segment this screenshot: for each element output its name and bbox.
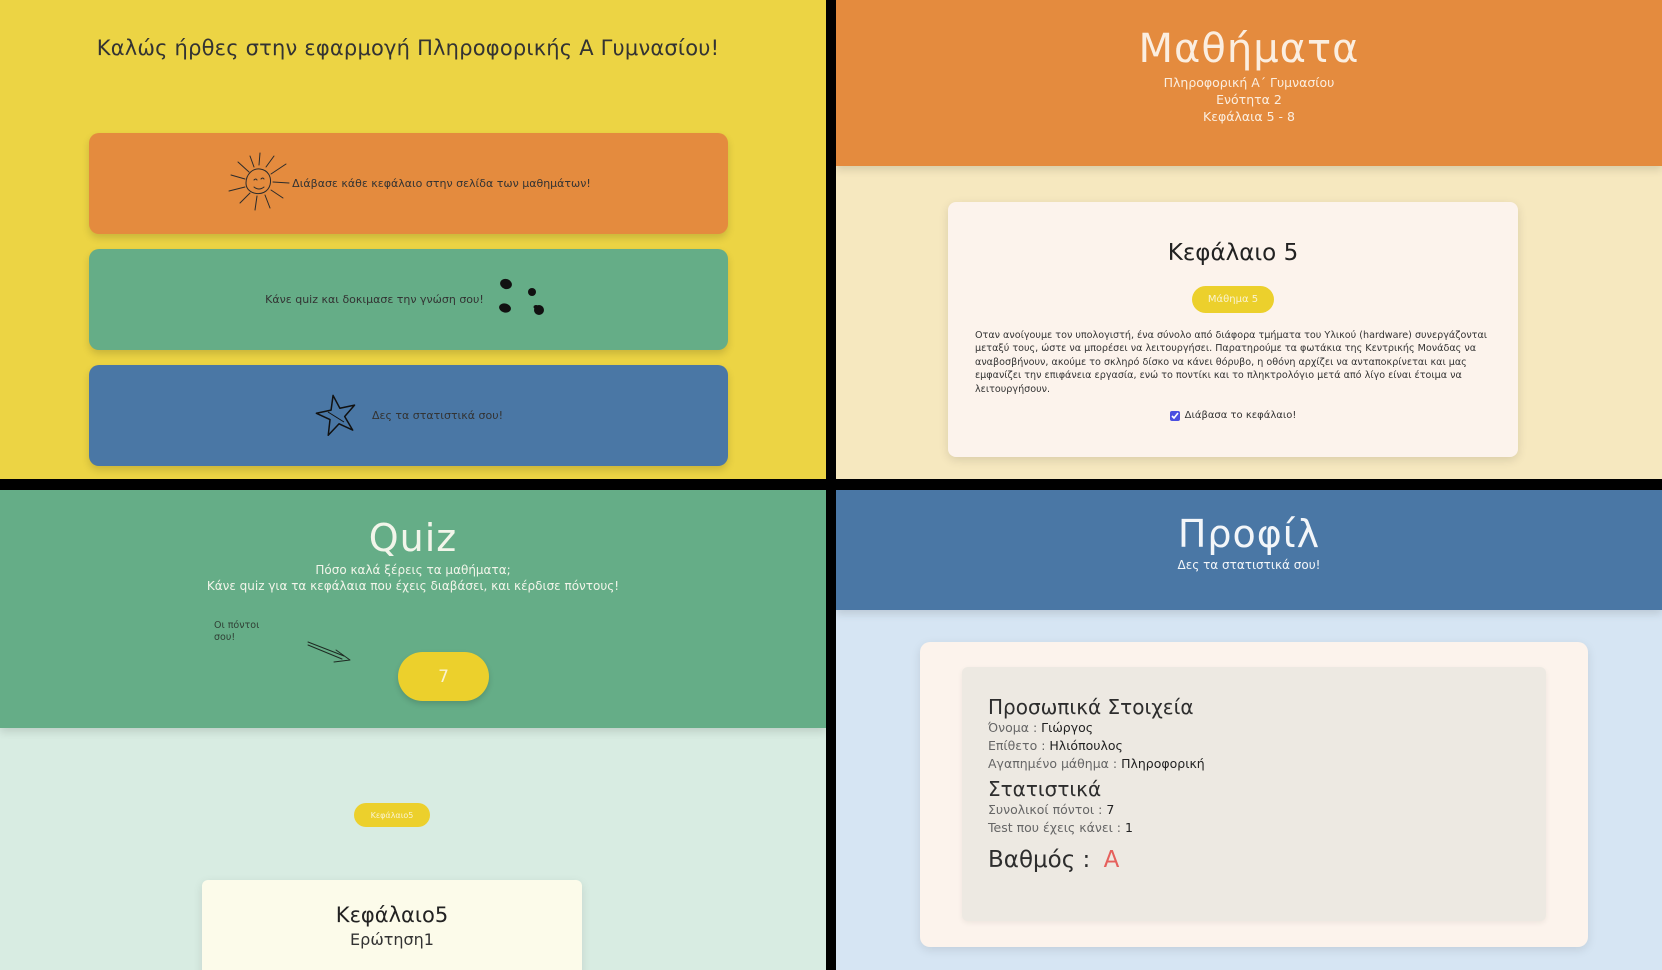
personal-info-title: Προσωπικά Στοιχεία [988,695,1194,719]
quiz-subtitle-line: Πόσο καλά ξέρεις τα μαθήματα; [315,563,511,577]
profile-subtitle: Δες τα στατιστικά σου! [1177,558,1321,572]
quiz-card[interactable]: Κάνε quiz και δοκιμασε την γνώση σου! [89,249,728,350]
read-checkbox-label: Διάβασα το κεφάλαιο! [1184,410,1297,422]
points-label-line: Οι πόντοι [214,620,260,631]
field-value: Γιώργος [1041,720,1094,735]
lessons-panel: Μαθήματα Πληροφορική Α΄ Γυμνασίου Ενότητ… [836,0,1662,479]
tests-taken-field: Test που έχεις κάνει : 1 [988,819,1546,837]
lessons-subtitle-line: Ενότητα 2 [1216,92,1282,107]
profile-header: Προφίλ Δες τα στατιστικά σου! [836,490,1662,610]
lessons-subtitle: Πληροφορική Α΄ Γυμνασίου Ενότητα 2 Κεφάλ… [836,74,1662,125]
profile-title: Προφίλ [1177,512,1321,556]
total-points-field: Συνολικοί πόντοι : 7 [988,801,1546,819]
question-card[interactable]: Κεφάλαιο5 Ερώτηση1 [202,880,582,970]
field-value: 7 [1106,802,1115,817]
field-value: 1 [1124,820,1133,835]
home-panel: Καλώς ήρθες στην εφαρμογή Πληροφορικής Α… [0,0,826,479]
star-doodle-icon [314,392,360,439]
field-label: Αγαπημένο μάθημα : [988,756,1122,771]
chapter-card: Κεφάλαιο 5 Μάθημα 5 Οταν ανοίγουμε τον υ… [948,202,1518,457]
chapter-text: Οταν ανοίγουμε τον υπολογιστή, ένα σύνολ… [975,330,1488,395]
lessons-subtitle-line: Πληροφορική Α΄ Γυμνασίου [1163,75,1335,90]
lessons-subtitle-line: Κεφάλαια 5 - 8 [1203,109,1295,124]
quiz-panel: Quiz Πόσο καλά ξέρεις τα μαθήματα; Κάνε … [0,490,826,970]
quiz-subtitle: Πόσο καλά ξέρεις τα μαθήματα; Κάνε quiz … [0,562,826,594]
grade-label: Βαθμός : [988,847,1098,873]
question-card-chapter: Κεφάλαιο5 [335,903,449,927]
profile-panel: Προφίλ Δες τα στατιστικά σου! Προσωπικά … [836,490,1662,970]
lessons-title: Μαθήματα [1138,26,1360,72]
favorite-subject-field: Αγαπημένο μάθημα : Πληροφορική [988,755,1546,773]
field-label: Test που έχεις κάνει : [988,820,1125,835]
points-label: Οι πόντοι σου! [214,620,274,644]
profile-details: Προσωπικά Στοιχεία Όνομα : Γιώργος Επίθε… [962,667,1546,921]
quiz-title: Quiz [368,516,458,560]
points-label-line: σου! [214,632,236,643]
last-name-field: Επίθετο : Ηλιόπουλος [988,737,1546,755]
grade-row: Βαθμός : Α [988,847,1546,873]
sun-doodle-icon [226,150,292,217]
read-checkbox-row[interactable]: Διάβασα το κεφάλαιο! [948,410,1518,421]
quiz-card-label: Κάνε quiz και δοκιμασε την γνώση σου! [265,293,484,306]
quiz-subtitle-line: Κάνε quiz για τα κεφάλαια που έχεις διαβ… [206,579,620,593]
read-chapters-label: Διάβασε κάθε κεφάλαιο στην σελίδα των μα… [292,177,591,190]
arrow-doodle-icon [306,638,354,670]
question-card-number: Ερώτηση1 [350,930,434,949]
points-badge: 7 [398,652,489,701]
lesson-button[interactable]: Μάθημα 5 [1192,286,1274,313]
grade-value: Α [1103,847,1120,873]
chapter-title: Κεφάλαιο 5 [1167,240,1299,266]
stats-title: Στατιστικά [988,777,1102,801]
dots-doodle-icon [496,275,552,324]
quiz-header: Quiz Πόσο καλά ξέρεις τα μαθήματα; Κάνε … [0,490,826,728]
lessons-header: Μαθήματα Πληροφορική Α΄ Γυμνασίου Ενότητ… [836,0,1662,166]
read-chapters-card[interactable]: Διάβασε κάθε κεφάλαιο στην σελίδα των μα… [89,133,728,234]
stats-card[interactable]: Δες τα στατιστικά σου! [89,365,728,466]
first-name-field: Όνομα : Γιώργος [988,719,1546,737]
quiz-chapter-button[interactable]: Κεφάλαιο5 [354,803,430,827]
home-title: Καλώς ήρθες στην εφαρμογή Πληροφορικής Α… [96,36,720,60]
field-label: Συνολικοί πόντοι : [988,802,1107,817]
field-value: Πληροφορική [1121,756,1205,771]
field-value: Ηλιόπουλος [1049,738,1123,753]
read-checkbox[interactable] [1169,410,1180,421]
stats-card-label: Δες τα στατιστικά σου! [371,409,503,422]
profile-card: Προσωπικά Στοιχεία Όνομα : Γιώργος Επίθε… [920,642,1588,947]
field-label: Όνομα : [988,720,1042,735]
field-label: Επίθετο : [988,738,1050,753]
